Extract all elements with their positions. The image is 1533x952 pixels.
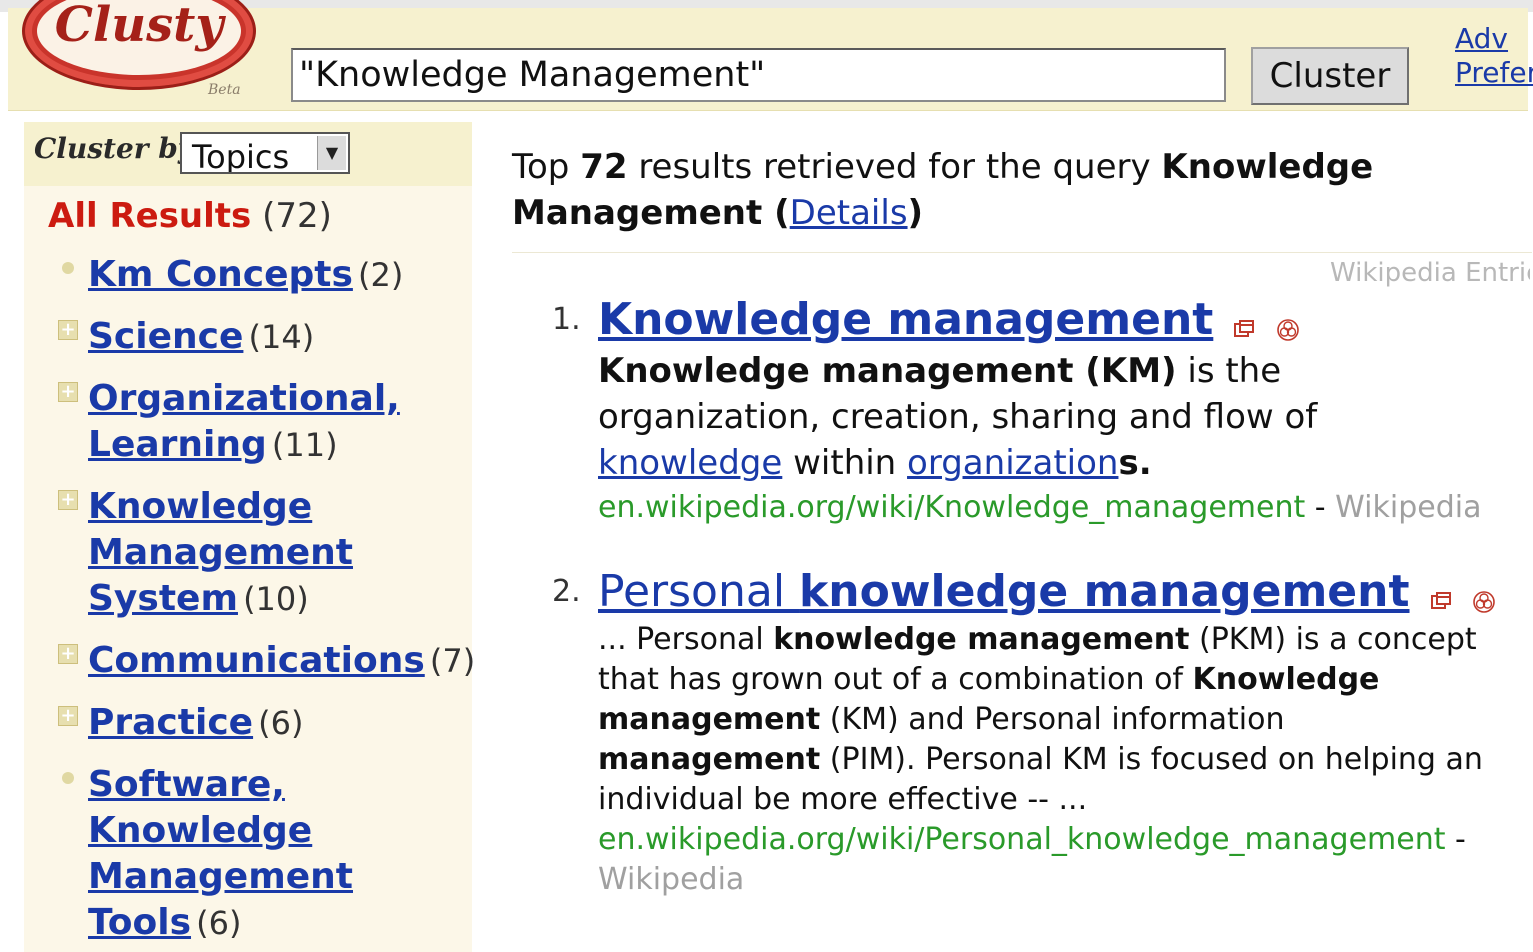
expand-plus-icon[interactable]: + bbox=[58, 490, 78, 510]
cluster-count: (2) bbox=[357, 256, 404, 294]
source-label: Wikipedia Entries bbox=[1330, 258, 1530, 288]
cluster-link[interactable]: Communications bbox=[88, 640, 425, 681]
cluster-item-knowledge-management-system: + Knowledge Management System (10) bbox=[58, 484, 388, 622]
cluster-link[interactable]: Organizational, Learning bbox=[88, 378, 400, 465]
result-title-link[interactable]: Personal knowledge management bbox=[598, 566, 1410, 617]
cluster-count: (7) bbox=[429, 642, 476, 680]
all-results-count: (72) bbox=[262, 196, 332, 236]
result-source: Wikipedia bbox=[598, 862, 745, 897]
result-number: 1. bbox=[552, 302, 581, 337]
cluster-link[interactable]: Practice bbox=[88, 702, 253, 743]
result-snippet: ... Personal knowledge management (PKM) … bbox=[598, 622, 1483, 817]
paren-open: ( bbox=[762, 193, 790, 233]
result-title-link[interactable]: Knowledge management bbox=[598, 294, 1213, 345]
cluster-link[interactable]: Km Concepts bbox=[88, 254, 353, 295]
result-url-line: en.wikipedia.org/wiki/Knowledge_manageme… bbox=[598, 490, 1482, 525]
result-title-row: Personal knowledge management bbox=[598, 566, 1496, 617]
summary-middle: results retrieved for the query bbox=[627, 147, 1162, 187]
cluster-item-communications: + Communications (7) bbox=[58, 638, 488, 684]
all-results-label[interactable]: All Results bbox=[48, 196, 251, 236]
bullet-icon bbox=[58, 768, 78, 788]
results-main: Top 72 results retrieved for the query K… bbox=[512, 122, 1532, 952]
paren-close: ) bbox=[907, 193, 924, 233]
details-link[interactable]: Details bbox=[790, 193, 908, 233]
cluster-item-km-concepts: Km Concepts (2) bbox=[62, 252, 488, 298]
chevron-down-icon[interactable]: ▼ bbox=[317, 136, 346, 170]
inline-link-knowledge[interactable]: knowledge bbox=[598, 443, 782, 483]
expand-plus-icon[interactable]: + bbox=[58, 382, 78, 402]
cluster-count: (14) bbox=[248, 318, 315, 356]
cluster-item-organizational-learning: + Organizational, Learning (11) bbox=[58, 376, 418, 468]
cluster-count: (6) bbox=[258, 704, 304, 742]
logo-inner: Clusty bbox=[37, 0, 241, 75]
result-title-row: Knowledge management bbox=[598, 294, 1300, 345]
cluster-item-science: + Science (14) bbox=[58, 314, 488, 360]
all-results-item[interactable]: All Results (72) bbox=[48, 196, 332, 236]
cluster-item-software-km-tools: Software, Knowledge Management Tools (6) bbox=[62, 762, 353, 946]
inline-link-organizations[interactable]: organization bbox=[907, 443, 1118, 483]
new-window-icon[interactable] bbox=[1232, 318, 1256, 342]
result-number: 2. bbox=[552, 574, 581, 609]
logo-text: Clusty bbox=[54, 0, 224, 53]
summary-prefix: Top bbox=[512, 147, 581, 187]
cluster-link[interactable]: Science bbox=[88, 316, 243, 357]
result-url[interactable]: en.wikipedia.org/wiki/Knowledge_manageme… bbox=[598, 490, 1305, 525]
expand-plus-icon[interactable]: + bbox=[58, 320, 78, 340]
expand-plus-icon[interactable]: + bbox=[58, 644, 78, 664]
results-summary: Top 72 results retrieved for the query K… bbox=[512, 144, 1472, 236]
cluster-count: (10) bbox=[243, 580, 309, 618]
cluster-link[interactable]: Knowledge Management System bbox=[88, 486, 353, 619]
cluster-count: (6) bbox=[196, 904, 242, 942]
result-count: 72 bbox=[580, 147, 628, 187]
search-input[interactable] bbox=[291, 48, 1226, 102]
header-bar: Clusty Beta Cluster Adv Prefer bbox=[8, 0, 1533, 111]
cluster-sidebar: Cluster by: Topics ▼ All Results (72) Km… bbox=[24, 122, 475, 952]
cluster-by-row: Cluster by: Topics ▼ bbox=[24, 122, 472, 186]
cluster-count: (11) bbox=[271, 426, 338, 464]
cluster-item-practice: + Practice (6) bbox=[58, 700, 488, 746]
new-window-icon[interactable] bbox=[1429, 590, 1453, 614]
clusty-logo[interactable]: Clusty bbox=[22, 0, 256, 90]
logo-beta-label: Beta bbox=[208, 82, 241, 98]
result-snippet: Knowledge management (KM) is the organiz… bbox=[598, 351, 1318, 483]
cluster-by-select[interactable]: Topics ▼ bbox=[180, 132, 350, 174]
cluster-button[interactable]: Cluster bbox=[1251, 47, 1409, 105]
results-divider bbox=[512, 252, 1532, 253]
cluster-view-icon[interactable] bbox=[1472, 590, 1496, 614]
advanced-search-link[interactable]: Adv bbox=[1455, 22, 1533, 55]
cluster-by-label: Cluster by: bbox=[34, 132, 205, 165]
cluster-view-icon[interactable] bbox=[1276, 318, 1300, 342]
cluster-by-select-value: Topics bbox=[192, 138, 290, 174]
result-source: Wikipedia bbox=[1335, 490, 1482, 525]
bullet-icon bbox=[58, 258, 78, 278]
result-url-line: en.wikipedia.org/wiki/Personal_knowledge… bbox=[598, 822, 1466, 897]
result-url[interactable]: en.wikipedia.org/wiki/Personal_knowledge… bbox=[598, 822, 1446, 857]
preferences-link[interactable]: Prefer bbox=[1455, 56, 1533, 89]
expand-plus-icon[interactable]: + bbox=[58, 706, 78, 726]
